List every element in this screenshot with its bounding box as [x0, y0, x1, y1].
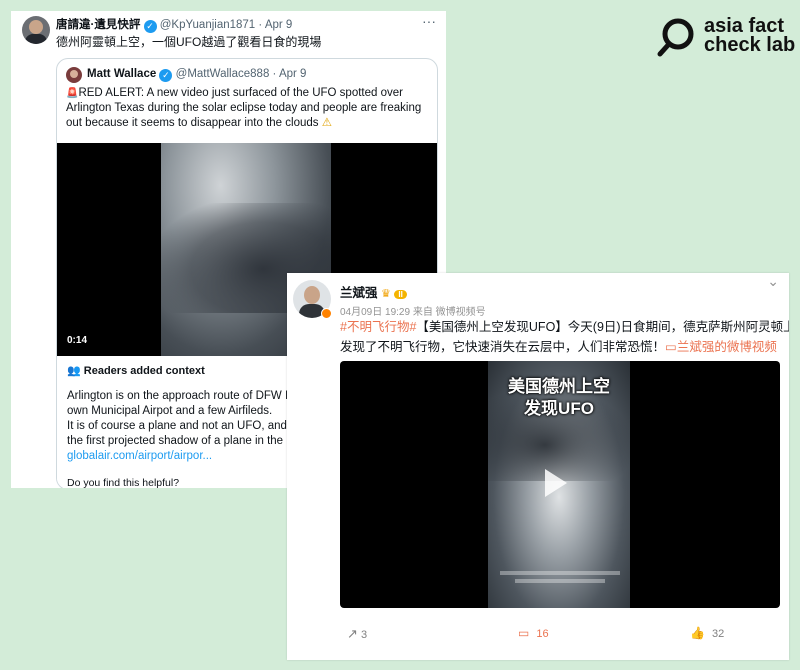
subtitle-bar [500, 571, 620, 575]
like-button[interactable]: 👍 32 [690, 626, 724, 640]
weibo-header: 兰斌强 ♛ II [340, 282, 407, 301]
weibo-text-part1: 【美国德州上空发现UFO】今天(9日)日食期间，德克萨斯州阿灵顿上空 [416, 320, 789, 334]
weibo-meta: 04月09日 19:29 来自 微博视频号 [340, 303, 486, 318]
context-header: 👥 Readers added context [67, 364, 205, 377]
like-count: 32 [712, 628, 725, 640]
tweet-header: 唐請違·遺見快評 ✓ @KpYuanjian1871 · Apr 9 [56, 16, 292, 33]
helpful-prompt: Do you find this helpful? [67, 477, 180, 488]
comment-button[interactable]: ▭ 16 [518, 626, 549, 640]
video-duration: 0:14 [67, 335, 88, 346]
tweet-handle[interactable]: @KpYuanjian1871 [160, 19, 255, 31]
quote-author-name[interactable]: Matt Wallace [87, 68, 156, 80]
more-options-icon[interactable]: ··· [422, 13, 436, 29]
thumbs-up-icon: 👍 [690, 626, 705, 640]
weibo-text-line2: 发现了不明飞行物，它快速消失在云层中，人们非常恐慌！▭兰斌强的微博视频 [340, 337, 777, 357]
context-line3: It is of course a plane and not an UFO, … [67, 420, 296, 432]
weibo-author-name[interactable]: 兰斌强 [340, 286, 378, 300]
comment-count: 16 [536, 628, 549, 640]
weibo-video[interactable]: 美国德州上空 发现UFO [340, 361, 780, 608]
quote-date[interactable]: Apr 9 [279, 68, 307, 80]
logo-line2: check lab [704, 34, 796, 56]
quote-text-line3: out because it seems to disappear into t… [66, 117, 319, 129]
subtitle-bar [515, 579, 605, 583]
play-icon[interactable] [545, 469, 567, 497]
warning-icon: ⚠ [321, 117, 333, 129]
tweet-author-name[interactable]: 唐請違·遺見快評 [56, 19, 140, 31]
separator-dot: · [258, 19, 263, 31]
quote-text: 🚨RED ALERT: A new video just surfaced of… [66, 86, 421, 131]
context-line4: the first projected shadow of a plane in… [67, 435, 284, 447]
quote-text-line1: RED ALERT: A new video just surfaced of … [78, 87, 403, 99]
context-title: Readers added context [83, 365, 205, 377]
video-title-line2: 发现UFO [524, 399, 594, 418]
weibo-text-part2: 发现了不明飞行物，它快速消失在云层中，人们非常恐慌！ [340, 340, 666, 354]
comment-icon: ▭ [518, 626, 530, 640]
hashtag-link[interactable]: #不明飞行物# [340, 320, 416, 334]
logo-magnifier-icon [657, 18, 694, 57]
level-badge: II [394, 290, 407, 299]
chevron-down-icon[interactable]: ⌄ [767, 273, 779, 290]
tweet-date[interactable]: Apr 9 [265, 19, 293, 31]
video-link-icon[interactable]: ▭ [665, 340, 677, 354]
verified-icon: ✓ [159, 69, 173, 82]
weibo-card: 兰斌强 ♛ II 04月09日 19:29 来自 微博视频号 ⌄ #不明飞行物#… [287, 273, 789, 660]
verified-icon: ✓ [143, 20, 157, 33]
weibo-text-line1: #不明飞行物#【美国德州上空发现UFO】今天(9日)日食期间，德克萨斯州阿灵顿上… [340, 317, 789, 337]
share-count: 3 [360, 629, 368, 641]
weibo-video-link[interactable]: 兰斌强的微博视频 [677, 340, 777, 354]
share-button[interactable]: ↗ 3 [347, 626, 367, 642]
tweet-text: 德州阿靈頓上空，一個UFO越過了觀看日食的現場 [56, 35, 322, 49]
crown-icon: ♛ [381, 288, 391, 300]
quote-text-line2: Arlington Texas during the solar eclipse… [66, 102, 422, 114]
context-line2: own Municipal Airpot and a few Airfileds… [67, 405, 273, 417]
siren-icon: 🚨 [66, 88, 79, 99]
share-icon: ↗ [347, 626, 358, 641]
separator-dot: · [272, 68, 277, 80]
context-line1: Arlington is on the approach route of DF… [67, 390, 295, 402]
vip-badge-icon [321, 308, 332, 319]
quote-avatar[interactable] [66, 67, 82, 83]
tweet-avatar[interactable] [22, 16, 50, 44]
quote-header: Matt Wallace ✓ @MattWallace888 · Apr 9 [87, 68, 306, 82]
quote-handle[interactable]: @MattWallace888 [176, 68, 270, 80]
context-link[interactable]: globalair.com/airport/airpor... [67, 449, 212, 464]
readers-icon: 👥 [67, 365, 81, 377]
